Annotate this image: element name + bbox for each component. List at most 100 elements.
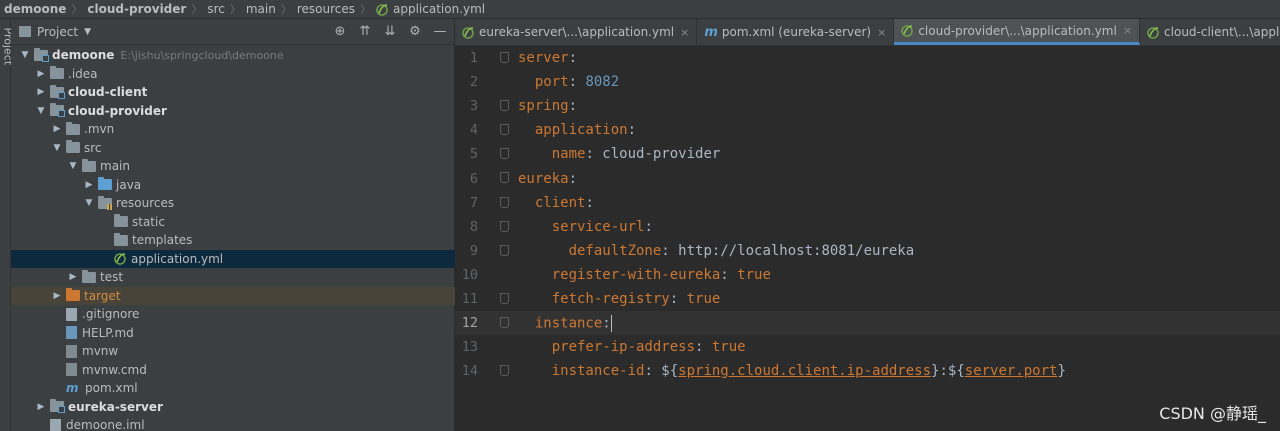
fold-marker-icon[interactable] <box>500 52 509 63</box>
yaml-key: eureka <box>518 170 569 187</box>
code-line[interactable]: 11 fetch-registry: true <box>455 287 1280 311</box>
project-view-selector[interactable]: Project <box>37 25 78 39</box>
close-icon[interactable]: × <box>1123 24 1132 37</box>
fold-marker-icon[interactable] <box>500 292 509 304</box>
code-line[interactable]: 10 register-with-eureka: true <box>455 263 1280 287</box>
breadcrumb-item[interactable]: cloud-provider <box>87 2 186 16</box>
chevron-right-icon[interactable]: ▶ <box>83 180 95 190</box>
chevron-down-icon[interactable]: ▼ <box>67 161 79 171</box>
tree-item[interactable]: ▶mvnw.cmd <box>11 361 455 380</box>
yaml-separator: : <box>602 315 611 332</box>
close-icon[interactable]: × <box>680 26 689 39</box>
code-line[interactable]: 14 instance-id: ${spring.cloud.client.ip… <box>455 359 1280 383</box>
fold-marker-icon[interactable] <box>500 100 509 112</box>
code-line[interactable]: 3 spring: <box>455 94 1280 118</box>
tree-item[interactable]: ▶ target <box>11 286 455 305</box>
chevron-right-icon[interactable]: ▶ <box>35 69 47 79</box>
locate-icon[interactable]: ⊕ <box>332 23 348 39</box>
tree-item[interactable]: ▶ eureka-server <box>11 398 455 417</box>
fold-marker-icon[interactable] <box>500 172 509 184</box>
fold-marker-icon[interactable] <box>500 220 509 232</box>
folder-icon <box>114 232 128 246</box>
code-area[interactable]: 1 server: 2 port: 8082 3 spring: 4 applicatio… <box>455 46 1280 431</box>
tree-item[interactable]: ▶static <box>11 213 455 232</box>
editor-tabs: eureka-server\...\application.yml × m pom.x… <box>455 19 1280 46</box>
tree-item-label: demoone <box>52 48 115 63</box>
tree-item-label: src <box>84 140 102 155</box>
yaml-file-icon <box>376 3 388 16</box>
breadcrumb-item[interactable]: demoone <box>4 2 66 16</box>
breadcrumb-item[interactable]: application.yml <box>376 2 485 16</box>
code-line[interactable]: 7 client: <box>455 191 1280 215</box>
tree-item[interactable]: ▶HELP.md <box>11 324 455 343</box>
editor-tab[interactable]: eureka-server\...\application.yml × <box>455 19 698 45</box>
module-folder-icon <box>34 47 49 62</box>
editor-tab[interactable]: m pom.xml (eureka-server) × <box>697 19 895 45</box>
folder-icon <box>98 195 113 210</box>
chevron-down-icon[interactable]: ▼ <box>19 50 31 60</box>
fold-marker-icon[interactable] <box>500 244 509 256</box>
breadcrumb-label: application.yml <box>393 2 486 16</box>
code-line[interactable]: 5 name: cloud-provider <box>455 142 1280 166</box>
chevron-down-icon[interactable]: ▼ <box>84 27 91 37</box>
fold-marker-icon[interactable] <box>500 196 509 208</box>
tree-item[interactable]: ▼ main <box>11 157 455 176</box>
fold-marker-icon[interactable] <box>500 124 509 136</box>
tree-item[interactable]: ▶.gitignore <box>11 305 455 324</box>
tree-item[interactable]: ▶ test <box>11 268 455 287</box>
fold-marker-icon[interactable] <box>500 317 509 329</box>
tree-item[interactable]: ▼ cloud-provider <box>11 102 455 121</box>
tree-item[interactable]: ▶ .mvn <box>11 120 455 139</box>
tree-item[interactable]: ▼ resources <box>11 194 455 213</box>
chevron-right-icon[interactable]: ▶ <box>51 291 63 301</box>
chevron-down-icon[interactable]: ▼ <box>35 106 47 116</box>
chevron-down-icon[interactable]: ▼ <box>83 198 95 208</box>
chevron-right-icon[interactable]: ▶ <box>51 124 63 134</box>
close-icon[interactable]: × <box>877 26 886 39</box>
fold-gutter <box>478 287 518 311</box>
fold-gutter <box>478 46 518 70</box>
tree-item[interactable]: ▶ cloud-client <box>11 83 455 102</box>
tree-item[interactable]: ▶templates <box>11 231 455 250</box>
code-line[interactable]: 2 port: 8082 <box>455 70 1280 94</box>
tree-item[interactable]: ▶mvnw <box>11 342 455 361</box>
code-line[interactable]: 8 service-url: <box>455 215 1280 239</box>
chevron-right-icon[interactable]: ▶ <box>67 272 79 282</box>
tree-item[interactable]: ▶mpom.xml <box>11 379 455 398</box>
editor-tab[interactable]: cloud-client\...\application.yml <box>1140 19 1280 45</box>
tree-item[interactable]: ▼ src <box>11 139 455 158</box>
code-line[interactable]: 6 eureka: <box>455 166 1280 190</box>
tree-item[interactable]: ▶ java <box>11 176 455 195</box>
gear-icon[interactable]: ⚙ <box>407 23 423 39</box>
chevron-right-icon[interactable]: ▶ <box>35 402 47 412</box>
tree-item[interactable]: ▼ demoone E:\jishu\springcloud\demoone <box>11 46 455 65</box>
yaml-file-icon <box>462 26 474 39</box>
code-line[interactable]: 12 instance: <box>455 311 1280 336</box>
fold-marker-icon[interactable] <box>500 365 509 377</box>
property-reference-link[interactable]: spring.cloud.client.ip-address <box>678 363 931 379</box>
tree-item[interactable]: ▶demoone.iml <box>11 416 455 431</box>
line-number: 13 <box>461 339 478 356</box>
tree-item[interactable]: ▶ .idea <box>11 65 455 84</box>
code-line[interactable]: 4 application: <box>455 118 1280 142</box>
yaml-file-icon <box>1147 26 1159 39</box>
expand-all-icon[interactable]: ⇊ <box>382 23 398 39</box>
fold-gutter <box>478 94 518 118</box>
fold-marker-icon[interactable] <box>500 148 509 160</box>
breadcrumb-item[interactable]: src <box>207 2 225 16</box>
property-reference-link[interactable]: server.port <box>965 363 1058 379</box>
collapse-all-icon[interactable]: ⇈ <box>357 23 373 39</box>
code-line[interactable]: 13 prefer-ip-address: true <box>455 335 1280 359</box>
yaml-separator: : <box>669 290 687 307</box>
chevron-down-icon[interactable]: ▼ <box>51 143 63 153</box>
tree-item[interactable]: ▶application.yml <box>11 249 455 268</box>
code-line[interactable]: 1 server: <box>455 46 1280 70</box>
chevron-right-icon[interactable]: ▶ <box>35 87 47 97</box>
hide-icon[interactable]: — <box>432 23 448 39</box>
editor-tab[interactable]: cloud-provider\...\application.yml × <box>894 19 1141 45</box>
line-number: 6 <box>469 170 478 187</box>
breadcrumb-item[interactable]: resources <box>297 2 355 16</box>
code-line[interactable]: 9 defaultZone: http://localhost:8081/eur… <box>455 239 1280 263</box>
code-text: client: <box>518 195 594 211</box>
breadcrumb-item[interactable]: main <box>246 2 276 16</box>
